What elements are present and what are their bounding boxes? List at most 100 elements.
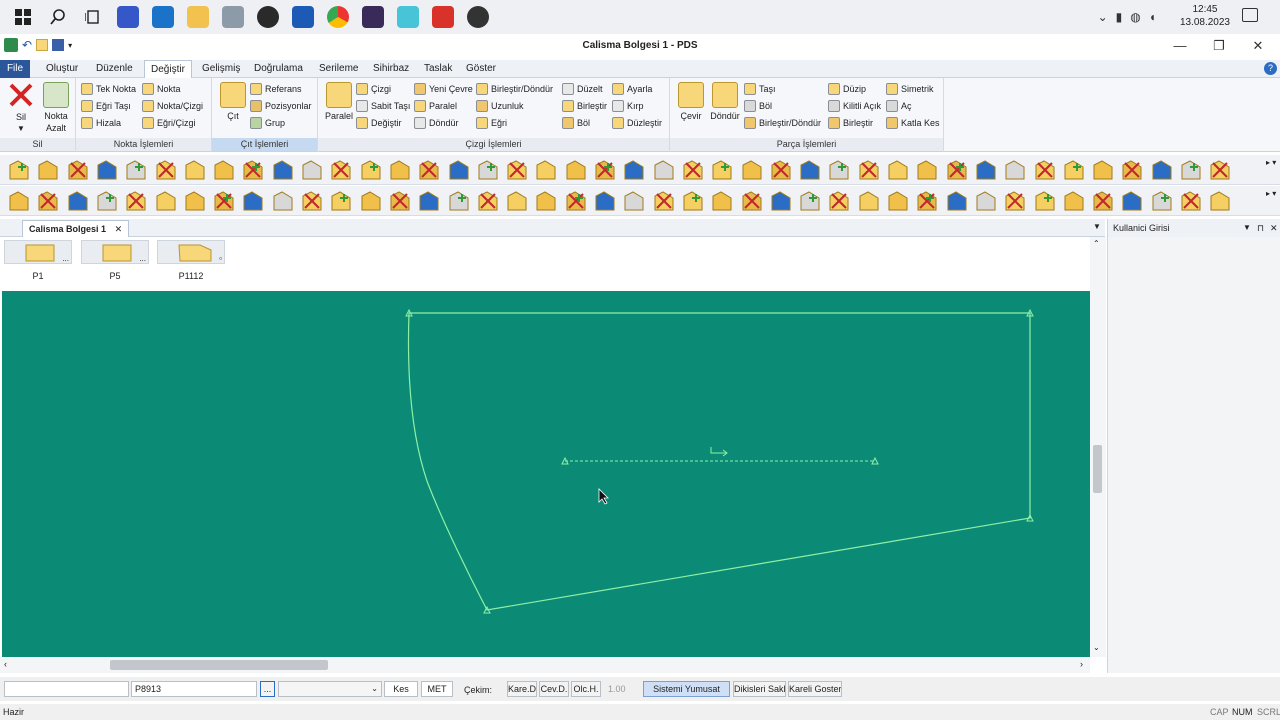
cizgi-item-4[interactable]: Paralel	[414, 98, 457, 114]
toolbar1-tool-22-icon[interactable]	[653, 159, 675, 181]
cizgi-item-7[interactable]: Uzunluk	[476, 98, 524, 114]
menu-item-1[interactable]: Düzenle	[90, 60, 139, 78]
parca-item-2[interactable]: Birleştir/Döndür	[744, 115, 821, 131]
scroll-up-icon[interactable]: ⌃	[1093, 239, 1100, 248]
toolbar1-tool-12-icon[interactable]	[360, 159, 382, 181]
toolbar1-tool-25-icon[interactable]	[741, 159, 763, 181]
piece-menu-glyph[interactable]: ...	[62, 254, 69, 263]
menu-item-2[interactable]: Değiştir	[144, 60, 192, 78]
scroll-left-icon[interactable]: ‹	[4, 659, 7, 669]
olc-h-button[interactable]: Olc.H.	[571, 681, 601, 697]
cizgi-item-6[interactable]: Birleştir/Döndür	[476, 81, 553, 97]
pds-app-icon[interactable]	[432, 6, 454, 28]
close-button[interactable]: ✕	[1248, 36, 1268, 56]
nokta-item-2[interactable]: Eğri Taşı	[81, 98, 131, 114]
toolbar2-tool-36-icon[interactable]	[1063, 190, 1085, 212]
dondur-parca-button[interactable]: Döndür	[708, 82, 742, 122]
minimize-button[interactable]: —	[1170, 36, 1190, 56]
toolbar1-tool-23-icon[interactable]	[682, 159, 704, 181]
toolbar2-tool-8-icon[interactable]	[242, 190, 264, 212]
sil-button[interactable]: Sil ▼	[6, 82, 36, 135]
paralel-big-button[interactable]: Paralel	[324, 82, 354, 122]
cizgi-item-10[interactable]: Birleştir	[562, 98, 607, 114]
cizgi-item-11[interactable]: Böl	[562, 115, 590, 131]
sistemi-yumusat-button[interactable]: Sistemi Yumusat	[643, 681, 730, 697]
horizontal-scroll-thumb[interactable]	[110, 660, 328, 670]
cizgi-item-2[interactable]: Değiştir	[356, 115, 402, 131]
toolbar1-tool-28-icon[interactable]	[828, 159, 850, 181]
toolbar2-tool-13-icon[interactable]	[389, 190, 411, 212]
panel-dropdown-icon[interactable]: ▼	[1243, 219, 1251, 237]
speaker-icon[interactable]: ◖	[1149, 10, 1156, 24]
toolbar2-tool-35-icon[interactable]	[1034, 190, 1056, 212]
toolbar1-tool-41-icon[interactable]	[1209, 159, 1231, 181]
document-tab-close-icon[interactable]: ✕	[115, 224, 123, 234]
vertical-scrollbar[interactable]: ⌃ ⌄	[1090, 237, 1106, 657]
toolbar1-tool-0-icon[interactable]	[8, 159, 30, 181]
work-canvas[interactable]	[2, 291, 1090, 657]
toolbar2-tool-10-icon[interactable]	[301, 190, 323, 212]
toolbar2-tool-1-icon[interactable]	[37, 190, 59, 212]
toolbar1-tool-14-icon[interactable]	[418, 159, 440, 181]
cit-item-1[interactable]: Pozisyonlar	[250, 98, 312, 114]
toolbar1-tool-30-icon[interactable]	[887, 159, 909, 181]
kes-button[interactable]: Kes	[384, 681, 418, 697]
toolbar2-tool-18-icon[interactable]	[535, 190, 557, 212]
cizgi-item-9[interactable]: Düzelt	[562, 81, 603, 97]
browse-button[interactable]: ...	[260, 681, 275, 697]
toolbar2-tool-21-icon[interactable]	[623, 190, 645, 212]
toolbar2-tool-11-icon[interactable]	[330, 190, 352, 212]
toolbar2-tool-26-icon[interactable]	[770, 190, 792, 212]
toolbar1-tool-15-icon[interactable]	[448, 159, 470, 181]
globe-icon[interactable]: ◍	[1130, 10, 1140, 24]
cizgi-item-1[interactable]: Sabit Taşı	[356, 98, 410, 114]
toolbar2-tool-3-icon[interactable]	[96, 190, 118, 212]
toolbar1-tool-39-icon[interactable]	[1151, 159, 1173, 181]
nokta-azalt-button[interactable]: Nokta Azalt	[40, 82, 72, 134]
toolbar2-tool-30-icon[interactable]	[887, 190, 909, 212]
toolbar2-tool-23-icon[interactable]	[682, 190, 704, 212]
toolbar1-tool-8-icon[interactable]	[242, 159, 264, 181]
document-tab[interactable]: Calisma Bolgesi 1 ✕	[22, 220, 130, 237]
toolbar1-tool-20-icon[interactable]	[594, 159, 616, 181]
notification-icon[interactable]	[1242, 8, 1258, 22]
clock[interactable]: 12:45 13.08.2023	[1180, 3, 1230, 29]
parca-item-3[interactable]: Düzip	[828, 81, 866, 97]
menu-file[interactable]: File	[0, 60, 30, 78]
toolbar1-tool-19-icon[interactable]	[565, 159, 587, 181]
kareli-goster-button[interactable]: Kareli Goster	[788, 681, 842, 697]
toolbar2-tool-34-icon[interactable]	[1004, 190, 1026, 212]
toolbar2-tool-39-icon[interactable]	[1151, 190, 1173, 212]
toolbar2-tool-9-icon[interactable]	[272, 190, 294, 212]
parca-item-4[interactable]: Kilitli Açık	[828, 98, 881, 114]
cevir-button[interactable]: Çevir	[676, 82, 706, 122]
nokta-item-3[interactable]: Nokta/Çizgi	[142, 98, 203, 114]
toolbar1-tool-40-icon[interactable]	[1180, 159, 1202, 181]
toolbar2-tool-20-icon[interactable]	[594, 190, 616, 212]
toolbar1-tool-26-icon[interactable]	[770, 159, 792, 181]
parca-item-5[interactable]: Birleştir	[828, 115, 873, 131]
parca-item-6[interactable]: Simetrik	[886, 81, 934, 97]
toolbar1-tool-24-icon[interactable]	[711, 159, 733, 181]
toolbar2-tool-7-icon[interactable]	[213, 190, 235, 212]
nokta-item-1[interactable]: Nokta	[142, 81, 181, 97]
toolbar1-tool-27-icon[interactable]	[799, 159, 821, 181]
recorder-app-icon[interactable]	[467, 6, 489, 28]
search-icon[interactable]	[47, 6, 69, 28]
toolbar2-overflow-icon[interactable]: ▸ ▾	[1266, 190, 1276, 198]
canvas-svg[interactable]	[2, 291, 1090, 657]
microphone-icon[interactable]: ▮	[1116, 10, 1123, 24]
cizgi-item-14[interactable]: Düzleştir	[612, 115, 662, 131]
combo-field[interactable]: ⌄	[278, 681, 382, 697]
piece-thumbnail[interactable]: ... P1	[4, 240, 72, 288]
menu-item-0[interactable]: Oluştur	[40, 60, 84, 78]
toolbar2-tool-6-icon[interactable]	[184, 190, 206, 212]
menu-item-5[interactable]: Serileme	[313, 60, 364, 78]
toolbar1-tool-32-icon[interactable]	[946, 159, 968, 181]
toolbar1-tool-29-icon[interactable]	[858, 159, 880, 181]
toolbar2-tool-40-icon[interactable]	[1180, 190, 1202, 212]
toolbar1-tool-1-icon[interactable]	[37, 159, 59, 181]
kare-d-button[interactable]: Kare.D	[507, 681, 537, 697]
cev-d-button[interactable]: Cev.D.	[539, 681, 569, 697]
toolbar1-tool-13-icon[interactable]	[389, 159, 411, 181]
